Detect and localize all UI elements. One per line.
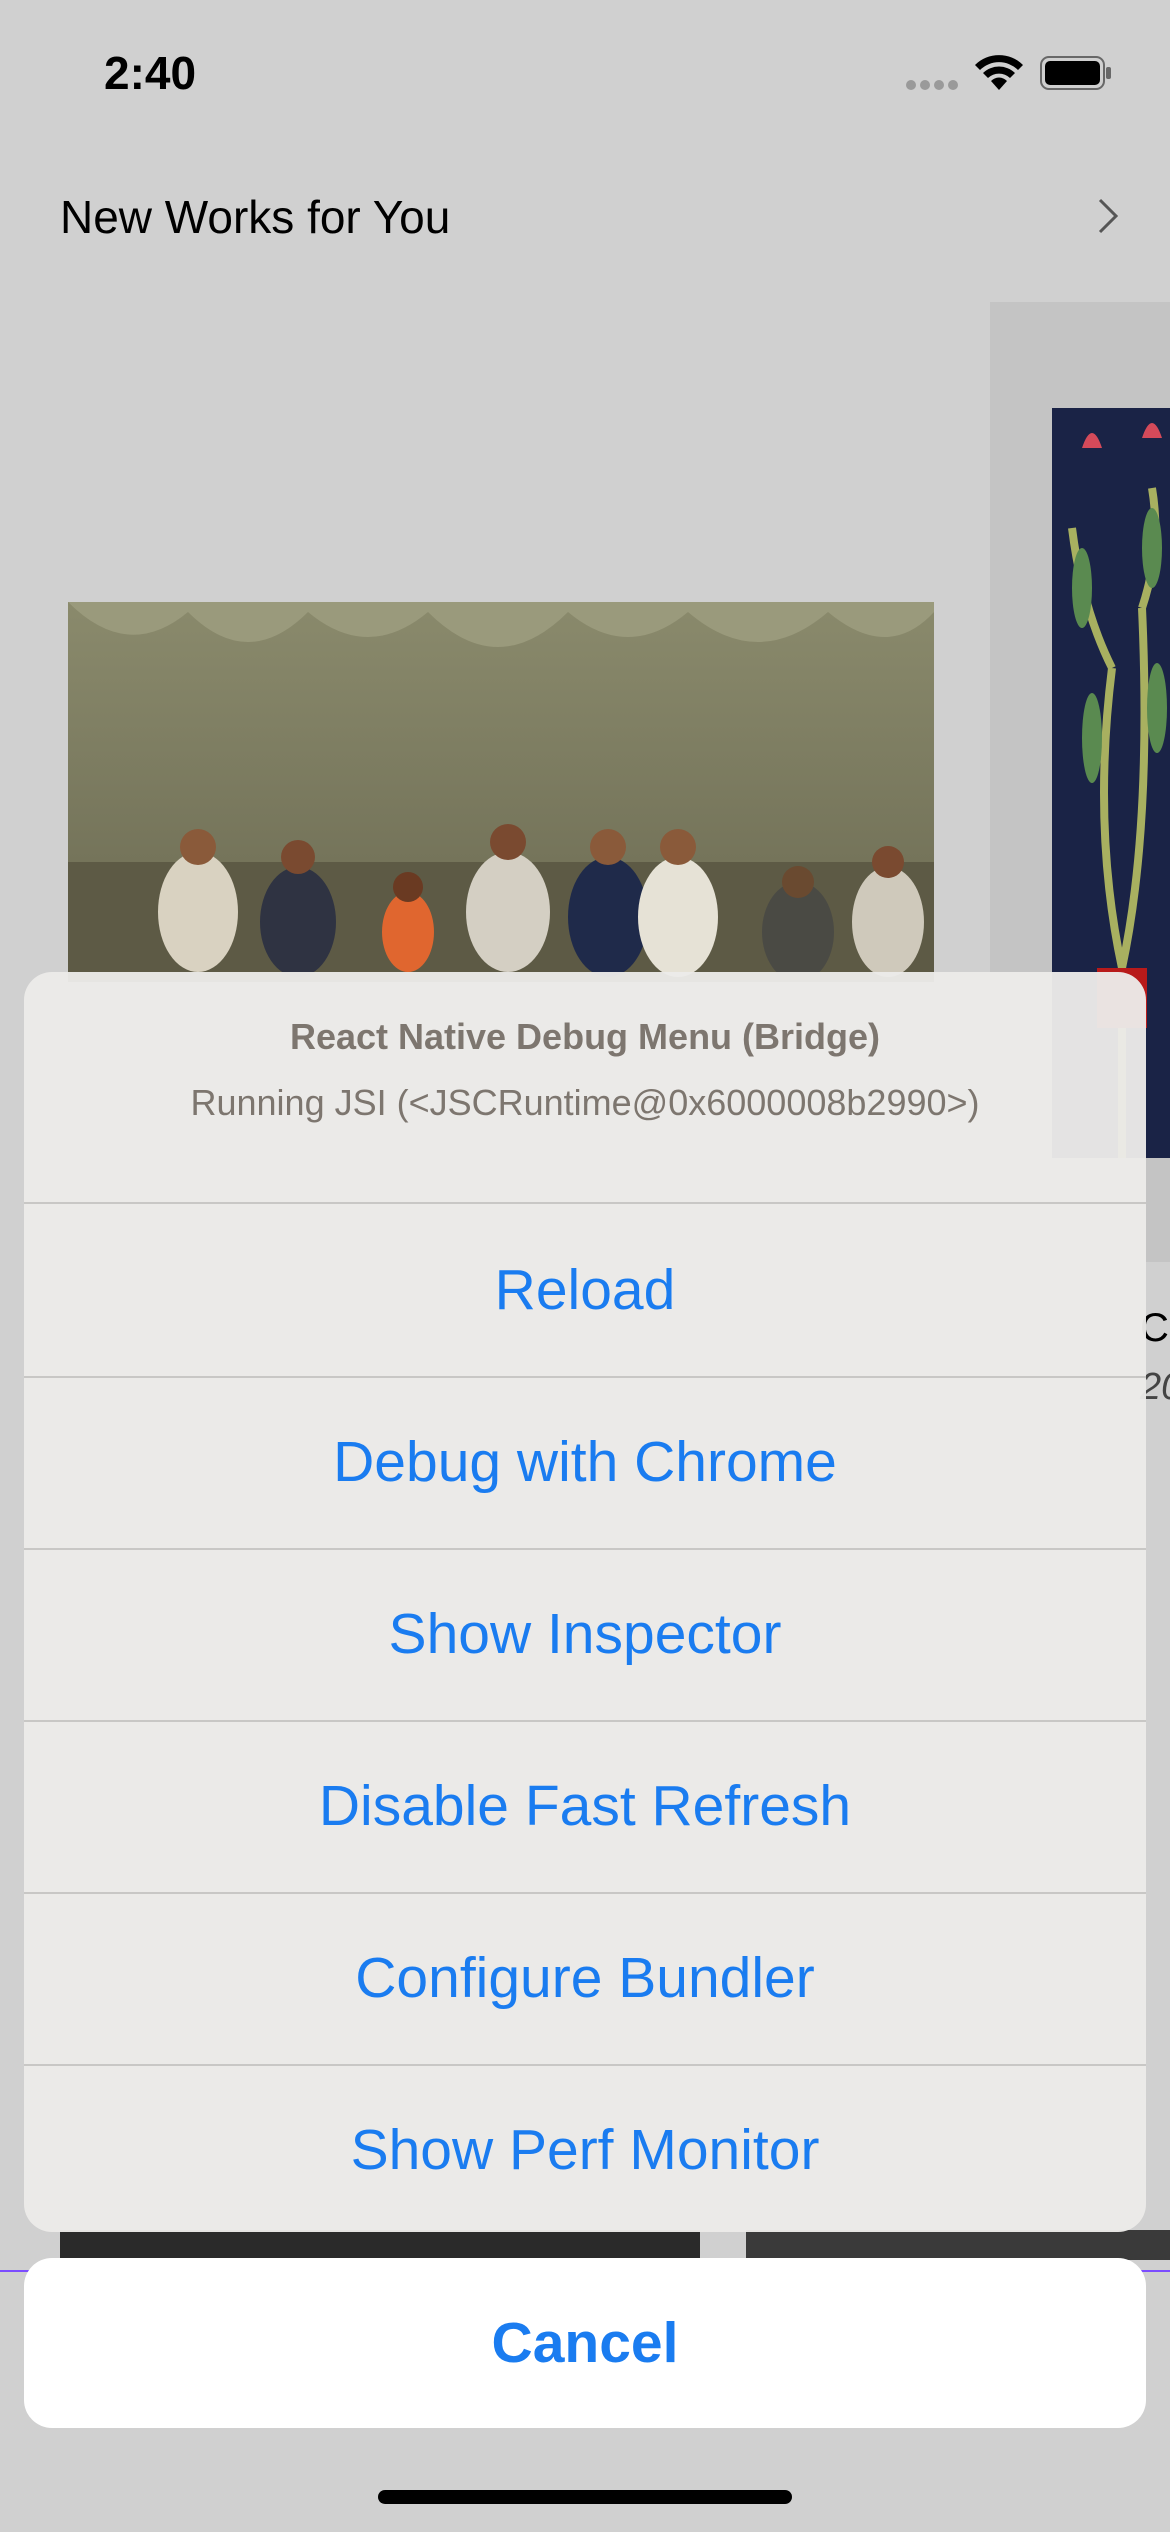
debug-menu-action-sheet: React Native Debug Menu (Bridge) Running… xyxy=(24,972,1146,2232)
show-inspector-button[interactable]: Show Inspector xyxy=(24,1548,1146,1722)
wifi-icon xyxy=(975,55,1023,90)
battery-icon xyxy=(1040,56,1111,90)
home-indicator[interactable] xyxy=(378,2490,792,2504)
reload-button[interactable]: Reload xyxy=(24,1204,1146,1378)
status-bar: 2:40 xyxy=(0,0,1170,140)
show-perf-monitor-button[interactable]: Show Perf Monitor xyxy=(24,2064,1146,2232)
artwork-thumbnail[interactable] xyxy=(746,2230,1170,2260)
action-sheet-header: React Native Debug Menu (Bridge) Running… xyxy=(24,972,1146,1204)
configure-bundler-button[interactable]: Configure Bundler xyxy=(24,1892,1146,2066)
artwork-image[interactable] xyxy=(68,602,934,982)
section-title: New Works for You xyxy=(60,191,451,243)
chevron-right-icon xyxy=(1098,198,1119,234)
action-sheet-title: React Native Debug Menu (Bridge) xyxy=(289,1016,881,1057)
cancel-button[interactable]: Cancel xyxy=(24,2258,1146,2428)
artwork-painting-image xyxy=(68,602,934,982)
cellular-dots-icon xyxy=(906,80,960,90)
artwork-thumbnail[interactable] xyxy=(60,2230,700,2260)
disable-fast-refresh-button[interactable]: Disable Fast Refresh xyxy=(24,1720,1146,1894)
status-time: 2:40 xyxy=(104,47,197,99)
debug-with-chrome-button[interactable]: Debug with Chrome xyxy=(24,1376,1146,1550)
action-sheet-message: Running JSI (<JSCRuntime@0x6000008b2990>… xyxy=(190,1082,980,1123)
section-header[interactable]: New Works for You xyxy=(60,190,1120,250)
